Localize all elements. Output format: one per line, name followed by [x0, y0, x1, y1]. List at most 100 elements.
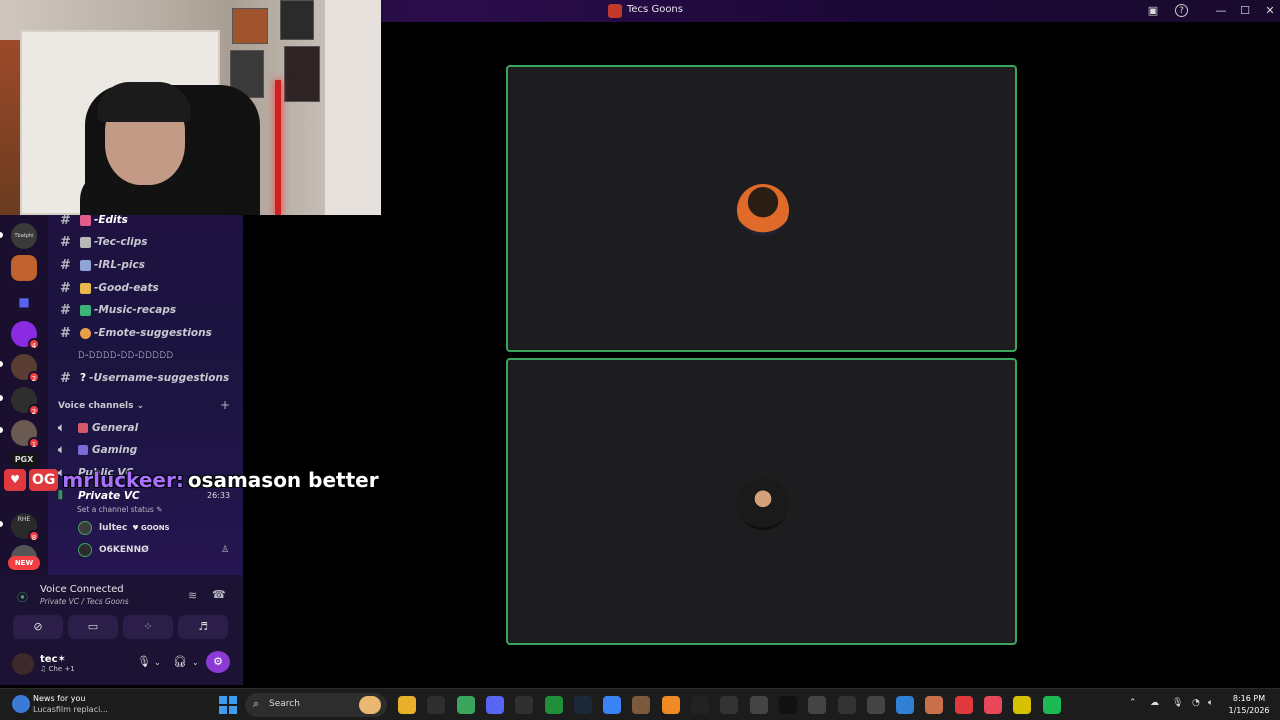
vlc-icon[interactable]: [661, 696, 680, 714]
record-icon[interactable]: [808, 696, 827, 714]
poster: [284, 46, 320, 102]
channel-label: -Music-recaps: [94, 304, 177, 316]
maximize-button[interactable]: ☐: [1237, 3, 1253, 19]
chrome-icon[interactable]: [456, 696, 475, 714]
grid-app-icon[interactable]: [866, 696, 885, 714]
browser-icon[interactable]: [603, 696, 622, 714]
channel-label: Gaming: [92, 444, 138, 456]
screen-share-icon[interactable]: ▣: [1145, 3, 1161, 19]
server-rhe[interactable]: RHE 8: [11, 513, 40, 542]
folder-icon[interactable]: ■: [11, 289, 37, 315]
news-widget-title[interactable]: News for you: [33, 694, 85, 703]
pin-emoji-icon: [80, 214, 91, 226]
speaker-icon: 🔈︎: [58, 421, 65, 434]
server-icon[interactable]: [11, 255, 37, 281]
channel-music-recaps[interactable]: # -Music-recaps: [60, 300, 176, 320]
channel-label: -Edits: [94, 214, 128, 226]
channel-good-eats[interactable]: # -Good-eats: [60, 278, 159, 298]
face-app-icon[interactable]: [1013, 696, 1032, 714]
channel-label: -Emote-suggestions: [94, 327, 212, 339]
voice-channel-gaming[interactable]: 🔈︎ Gaming: [58, 440, 137, 460]
channel-label: General: [92, 422, 139, 434]
minecraft-icon[interactable]: [632, 696, 651, 714]
headphones-icon[interactable]: 🎧︎: [173, 655, 187, 668]
channel-tec-clips[interactable]: # -Tec-clips: [60, 232, 148, 252]
news-widget-subtitle[interactable]: Lucasfilm replaci...: [33, 705, 108, 714]
server-icon[interactable]: 2: [11, 387, 40, 416]
voice-status-title[interactable]: Voice Connected: [40, 584, 124, 595]
store-icon[interactable]: [427, 696, 446, 714]
soundboard-button[interactable]: ♬: [178, 615, 228, 639]
server-pgx[interactable]: PGX: [11, 453, 37, 467]
hash-icon: #: [60, 280, 71, 296]
system-clock[interactable]: 8:16 PM 1/15/2026: [1226, 693, 1272, 717]
voice-member[interactable]: O6KENNØ: [78, 541, 149, 559]
webcam-person-hat: [97, 82, 191, 122]
hash-icon: #: [60, 234, 71, 250]
og-badge: OG: [29, 469, 59, 491]
xbox-icon[interactable]: [544, 696, 563, 714]
participant-tile-2[interactable]: [506, 358, 1017, 645]
music-icon[interactable]: [984, 696, 1002, 714]
add-channel-icon[interactable]: +: [220, 398, 230, 412]
tiktok-icon[interactable]: [778, 696, 797, 714]
news-widget-icon[interactable]: [12, 695, 30, 713]
chevron-down-icon[interactable]: ⌄: [154, 658, 161, 667]
unread-pill: [0, 232, 3, 238]
search-icon: ⌕: [253, 697, 260, 710]
voice-member[interactable]: lultec ♥ GOONS: [78, 519, 170, 537]
youtube-icon[interactable]: [954, 696, 973, 714]
spotify-icon[interactable]: [1042, 696, 1061, 714]
microphone-icon[interactable]: 🎙︎: [137, 655, 151, 668]
noise-suppression-icon[interactable]: ≋: [188, 589, 197, 602]
obs-icon[interactable]: [515, 696, 534, 714]
clock-date: 1/15/2026: [1228, 706, 1270, 715]
discord-icon[interactable]: [485, 696, 504, 714]
channel-username-suggestions[interactable]: #? -Username-suggestions: [60, 368, 229, 388]
server-icon[interactable]: 2: [11, 354, 40, 383]
notes-icon[interactable]: [925, 696, 944, 714]
chevron-down-icon[interactable]: ⌄: [192, 658, 199, 667]
4k-icon[interactable]: [837, 696, 856, 714]
close-button[interactable]: ✕: [1262, 3, 1278, 19]
search-highlight-icon: [359, 696, 381, 714]
voice-channel-general[interactable]: 🔈︎ General: [58, 418, 138, 438]
unread-pill: [0, 361, 3, 367]
taskbar-search[interactable]: ⌕ Search: [245, 693, 387, 717]
voice-section-header[interactable]: Voice channels ⌄: [58, 401, 144, 411]
steam-icon[interactable]: [573, 696, 592, 714]
server-icon[interactable]: 4: [11, 321, 40, 350]
server-icon[interactable]: 1: [11, 420, 40, 449]
channel-list: # -Edits # -Tec-clips # -IRL-pics # -Good-ea…: [48, 213, 243, 575]
microphone-tray-icon[interactable]: 🎙︎: [1172, 698, 1183, 708]
clock-time: 8:16 PM: [1232, 694, 1266, 703]
poster: [232, 8, 268, 44]
file-explorer-icon[interactable]: [398, 696, 416, 714]
participant-tile-1[interactable]: [506, 65, 1017, 352]
screen-share-button[interactable]: ▭: [68, 615, 118, 639]
settings-gear-icon[interactable]: ⚙: [206, 651, 230, 673]
snip-icon[interactable]: [749, 696, 768, 714]
camera-button[interactable]: ⊘: [13, 615, 63, 639]
network-tray-icon[interactable]: ☁: [1150, 698, 1159, 708]
pen-icon[interactable]: [691, 696, 709, 714]
user-name[interactable]: tec✶: [40, 654, 66, 665]
channel-label: -Tec-clips: [94, 236, 148, 248]
wifi-icon[interactable]: ◔: [1192, 698, 1200, 708]
voice-status-subtitle[interactable]: Private VC / Tecs Goons: [40, 597, 129, 606]
channel-irl-pics[interactable]: # -IRL-pics: [60, 255, 145, 275]
channel-status-button[interactable]: Set a channel status ✎: [77, 505, 162, 514]
user-avatar[interactable]: [12, 653, 34, 675]
disconnect-icon[interactable]: ☎: [212, 588, 226, 601]
volume-icon[interactable]: 🔈︎: [1208, 698, 1213, 708]
channel-rules[interactable]: 𝙳-𝙳𝙳𝙳𝙳-𝙳𝙳-𝙳𝙳𝙳𝙳𝙳: [78, 345, 173, 365]
chevron-up-icon[interactable]: ⌃: [1129, 698, 1137, 708]
channel-emote-suggestions[interactable]: # -Emote-suggestions: [60, 323, 212, 343]
help-icon[interactable]: ?: [1175, 4, 1188, 17]
activities-button[interactable]: ⁘: [123, 615, 173, 639]
settings-icon[interactable]: [720, 696, 739, 714]
minimize-button[interactable]: —: [1213, 3, 1229, 19]
start-button[interactable]: [219, 696, 237, 714]
edge-icon[interactable]: [896, 696, 915, 714]
server-tbatphi[interactable]: Tbatphi: [11, 223, 37, 249]
